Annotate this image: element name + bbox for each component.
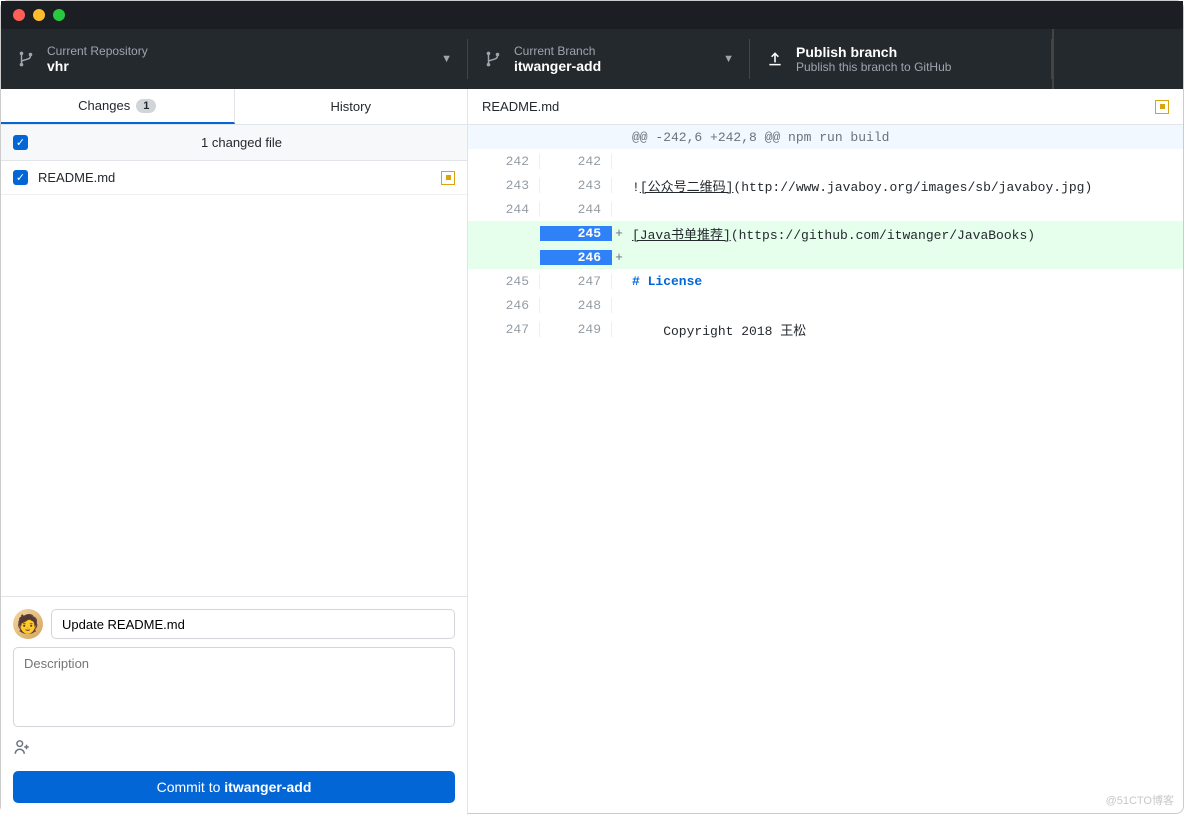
diff-line[interactable]: 245247 # License xyxy=(468,269,1183,293)
watermark: @51CTO博客 xyxy=(1106,792,1174,808)
branch-label: Current Branch xyxy=(514,44,711,58)
toolbar-spacer xyxy=(1053,29,1183,89)
diff-code: @@ -242,6 +242,8 @@ npm run build xyxy=(626,130,1183,145)
diff-line[interactable]: @@ -242,6 +242,8 @@ npm run build xyxy=(468,125,1183,149)
diff-panel: README.md @@ -242,6 +242,8 @@ npm run bu… xyxy=(468,89,1183,815)
diff-code: ![公众号二维码](http://www.javaboy.org/images/… xyxy=(626,176,1183,195)
changes-sidebar: Changes 1 History ✓ 1 changed file ✓ REA… xyxy=(1,89,468,815)
diff-line[interactable]: 242242 xyxy=(468,149,1183,173)
gutter-new: 243 xyxy=(540,178,612,193)
git-branch-icon xyxy=(17,50,35,68)
gutter-old: 242 xyxy=(468,154,540,169)
branch-name: itwanger-add xyxy=(514,58,711,74)
gutter-old: 247 xyxy=(468,322,540,337)
gutter-new: 248 xyxy=(540,298,612,313)
changed-files-list: ✓ README.md xyxy=(1,161,467,596)
git-branch-icon xyxy=(484,50,502,68)
upload-icon xyxy=(766,50,784,68)
gutter-new: 246 xyxy=(540,250,612,265)
gutter-new: 244 xyxy=(540,202,612,217)
avatar: 🧑 xyxy=(13,609,43,639)
diff-marker: + xyxy=(612,250,626,265)
tab-history-label: History xyxy=(331,99,371,114)
commit-description-input[interactable] xyxy=(13,647,455,727)
gutter-old: 243 xyxy=(468,178,540,193)
add-coauthor-button[interactable] xyxy=(13,738,31,761)
maximize-window-button[interactable] xyxy=(53,9,65,21)
gutter-old: 245 xyxy=(468,274,540,289)
repo-label: Current Repository xyxy=(47,44,429,58)
window-titlebar xyxy=(1,1,1183,29)
commit-button-branch: itwanger-add xyxy=(224,779,311,795)
diff-line[interactable]: 246248 xyxy=(468,293,1183,317)
minimize-window-button[interactable] xyxy=(33,9,45,21)
diff-marker: + xyxy=(612,226,626,241)
chevron-down-icon: ▼ xyxy=(441,53,452,65)
file-checkbox[interactable]: ✓ xyxy=(13,170,28,185)
modified-indicator-icon xyxy=(441,171,455,185)
diff-code: # License xyxy=(626,274,1183,289)
publish-branch-button[interactable]: Publish branch Publish this branch to Gi… xyxy=(750,29,1053,89)
diff-line[interactable]: 244244 xyxy=(468,197,1183,221)
gutter-new: 247 xyxy=(540,274,612,289)
repo-name: vhr xyxy=(47,58,429,74)
commit-button[interactable]: Commit to itwanger-add xyxy=(13,771,455,803)
chevron-down-icon: ▼ xyxy=(723,53,734,65)
changed-files-summary: 1 changed file xyxy=(28,135,455,150)
diff-filename: README.md xyxy=(482,99,559,114)
repository-selector[interactable]: Current Repository vhr ▼ xyxy=(1,29,468,89)
publish-sublabel: Publish this branch to GitHub xyxy=(796,60,1036,74)
gutter-new: 242 xyxy=(540,154,612,169)
gutter-new: 249 xyxy=(540,322,612,337)
modified-indicator-icon xyxy=(1155,100,1169,114)
changes-count-badge: 1 xyxy=(136,99,156,113)
branch-selector[interactable]: Current Branch itwanger-add ▼ xyxy=(468,29,750,89)
commit-button-prefix: Commit to xyxy=(157,779,225,795)
tab-history[interactable]: History xyxy=(235,89,468,124)
diff-body[interactable]: @@ -242,6 +242,8 @@ npm run build2422422… xyxy=(468,125,1183,815)
select-all-checkbox[interactable]: ✓ xyxy=(13,135,28,150)
diff-line[interactable]: 245+[Java书单推荐](https://github.com/itwang… xyxy=(468,221,1183,245)
close-window-button[interactable] xyxy=(13,9,25,21)
commit-summary-input[interactable] xyxy=(51,609,455,639)
changed-files-header: ✓ 1 changed file xyxy=(1,125,467,161)
diff-line[interactable]: 246+ xyxy=(468,245,1183,269)
gutter-old: 244 xyxy=(468,202,540,217)
diff-code: Copyright 2018 王松 xyxy=(626,320,1183,339)
diff-line[interactable]: 243243 ![公众号二维码](http://www.javaboy.org/i… xyxy=(468,173,1183,197)
app-toolbar: Current Repository vhr ▼ Current Branch … xyxy=(1,29,1183,89)
diff-line[interactable]: 247249 Copyright 2018 王松 xyxy=(468,317,1183,341)
gutter-old: 246 xyxy=(468,298,540,313)
commit-form: 🧑 Commit to itwanger-add xyxy=(1,596,467,815)
tab-changes-label: Changes xyxy=(78,98,130,113)
tab-changes[interactable]: Changes 1 xyxy=(1,89,235,124)
file-name: README.md xyxy=(38,170,431,185)
publish-label: Publish branch xyxy=(796,44,1036,60)
diff-code: [Java书单推荐](https://github.com/itwanger/J… xyxy=(626,224,1183,243)
gutter-new: 245 xyxy=(540,226,612,241)
file-row[interactable]: ✓ README.md xyxy=(1,161,467,195)
